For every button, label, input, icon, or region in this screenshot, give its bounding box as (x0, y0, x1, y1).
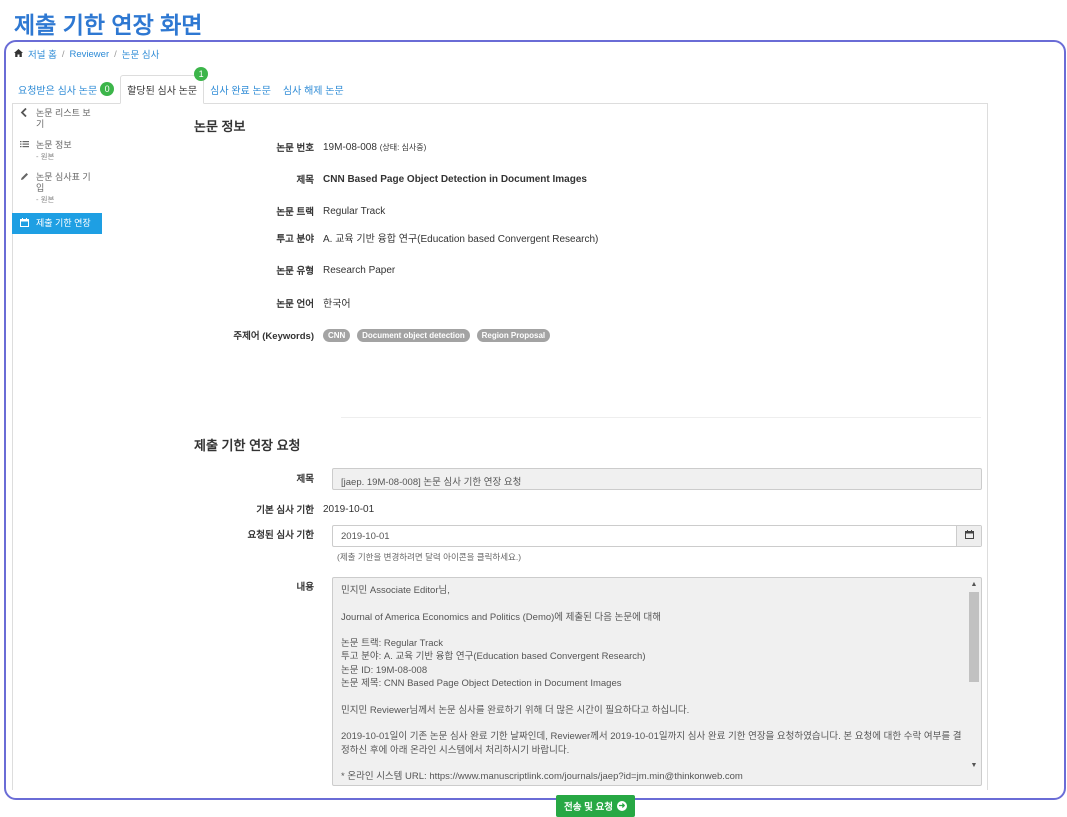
sidebar-item-sub: - 원본 (36, 152, 55, 161)
sidebar-item-label: 논문 심사표 기입 - 원본 (36, 172, 96, 205)
field-label: 기본 심사 기한 (256, 505, 314, 516)
keywords-list: CNN Document object detection Region Pro… (323, 328, 554, 342)
breadcrumb-reviewer[interactable]: Reviewer (70, 49, 110, 60)
page-heading: 제출 기한 연장 화면 (14, 12, 203, 38)
content-paragraph: 민지민 Reviewer님께서 논문 심사를 완료하기 위해 더 많은 시간이 … (341, 704, 690, 716)
paper-type-row: 논문 유형 Research Paper (191, 263, 396, 278)
requested-deadline-value: 2019-10-01 (341, 531, 390, 542)
calendar-icon (964, 530, 974, 542)
paper-number-row: 논문 번호 19M-08-008 (상태: 심사중) (191, 140, 426, 155)
tab-label: 심사 완료 논문 (210, 85, 271, 97)
main-frame: 저널 홈 / Reviewer / 논문 심사 요청받은 심사 논문 0 할당된… (4, 40, 1066, 817)
content-label-row: 내용 (191, 579, 323, 593)
submit-request-button[interactable]: 전송 및 요청 ➜ (556, 795, 635, 817)
tab-bar: 요청받은 심사 논문 0 할당된 심사 논문 1 심사 완료 논문 심사 해제 … (12, 67, 988, 104)
keyword-tag: Document object detection (357, 328, 470, 342)
field-label: 투고 분야 (276, 233, 314, 245)
content-paragraph: 논문 트랙: Regular Track 투고 분야: A. 교육 기반 융합 … (341, 638, 646, 690)
pencil-icon (18, 172, 30, 205)
field-label: 논문 번호 (276, 143, 314, 154)
field-value: Regular Track (323, 205, 386, 217)
paper-field-row: 투고 분야 A. 교육 기반 융합 연구(Education based Con… (191, 230, 599, 246)
content-paragraph: Journal of America Economics and Politic… (341, 611, 662, 623)
paper-language-row: 논문 언어 한국어 (191, 295, 351, 311)
tab-released-reviews[interactable]: 심사 해제 논문 (277, 75, 350, 103)
field-label: 내용 (296, 582, 314, 593)
field-value: Research Paper (323, 264, 396, 276)
sidebar: 논문 리스트 보기 논문 정보 - 원본 논문 심사표 기입 - 원본 제출 기… (12, 106, 102, 240)
submit-label: 전송 및 요청 (564, 802, 613, 813)
tab-label: 할당된 심사 논문 (127, 86, 198, 97)
sidebar-item-sub: - 원본 (36, 195, 55, 204)
tab-assigned-reviews[interactable]: 할당된 심사 논문 (120, 75, 205, 104)
breadcrumb: 저널 홈 / Reviewer / 논문 심사 (14, 47, 159, 61)
paper-track-row: 논문 트랙 Regular Track (191, 204, 386, 219)
paper-status: (상태: 심사중) (379, 142, 427, 152)
breadcrumb-separator: / (61, 48, 65, 60)
scroll-thumb[interactable] (969, 592, 979, 682)
paper-title-row: 제목 CNN Based Page Object Detection in Do… (191, 172, 587, 187)
requested-deadline-field[interactable]: 2019-10-01 (332, 525, 982, 547)
scroll-up-arrow-icon[interactable]: ▲ (968, 579, 980, 591)
scroll-down-arrow-icon[interactable]: ▼ (968, 760, 980, 772)
field-label: 제목 (296, 175, 314, 186)
chevron-left-icon (18, 107, 30, 130)
tab-label: 심사 해제 논문 (282, 85, 344, 97)
sidebar-item-deadline-extension[interactable]: 제출 기한 연장 (12, 213, 102, 234)
base-deadline-row: 기본 심사 기한 2019-10-01 (191, 502, 375, 517)
field-value: 2019-10-01 (323, 503, 375, 515)
subject-field[interactable]: [jaep. 19M-08-008] 논문 심사 기한 연장 요청 (332, 468, 982, 490)
paper-info-title: 논문 정보 (194, 119, 246, 134)
content-paragraph: 2019-10-01일이 기존 논문 심사 완료 기한 날짜인데, Review… (341, 731, 962, 756)
field-label: 제목 (296, 474, 314, 485)
list-icon (18, 140, 30, 162)
keywords-row: 주제어 (Keywords) CNN Document object detec… (191, 328, 554, 342)
tab-requested-reviews[interactable]: 요청받은 심사 논문 0 (12, 75, 120, 103)
keyword-tag: CNN (323, 328, 351, 342)
divider (341, 417, 981, 418)
field-label: 논문 유형 (276, 266, 314, 277)
paper-number-value: 19M-08-008 (323, 141, 377, 153)
count-badge: 1 (194, 67, 209, 81)
sidebar-item-text: 논문 심사표 기입 (36, 172, 91, 193)
sidebar-item-label: 논문 리스트 보기 (36, 108, 91, 129)
content-text: 민지민 Associate Editor님, Journal of Americ… (341, 584, 963, 785)
sidebar-item-label: 제출 기한 연장 (36, 218, 91, 228)
sidebar-item-text: 논문 정보 (36, 140, 72, 150)
field-value: CNN Based Page Object Detection in Docum… (323, 173, 587, 185)
requested-deadline-label-row: 요청된 심사 기한 (191, 527, 323, 541)
field-value: 한국어 (323, 299, 351, 310)
sidebar-item-review-form[interactable]: 논문 심사표 기입 - 원본 (12, 170, 102, 207)
field-label: 논문 트랙 (276, 207, 314, 218)
field-label: 주제어 (Keywords) (233, 331, 314, 342)
home-icon[interactable] (14, 49, 23, 59)
field-value: 19M-08-008 (상태: 심사중) (323, 142, 426, 153)
scrollbar[interactable]: ▲ ▼ (968, 579, 980, 784)
sidebar-item-paper-info[interactable]: 논문 정보 - 원본 (12, 138, 102, 164)
sidebar-item-label: 논문 정보 - 원본 (36, 140, 72, 162)
extension-title: 제출 기한 연장 요청 (194, 438, 301, 453)
keyword-tag: Region Proposal (476, 328, 551, 342)
calendar-icon (18, 218, 30, 229)
content-textarea[interactable]: 민지민 Associate Editor님, Journal of Americ… (332, 577, 982, 786)
field-label: 논문 언어 (276, 298, 314, 310)
tab-label: 요청받은 심사 논문 (18, 85, 98, 97)
breadcrumb-journal-home[interactable]: 저널 홈 (28, 47, 57, 61)
calendar-button[interactable] (956, 526, 981, 546)
content-paragraph: 민지민 Associate Editor님, (341, 585, 450, 596)
content-paragraph: * 온라인 시스템 URL: https://www.manuscriptlin… (341, 771, 743, 783)
field-label: 요청된 심사 기한 (247, 530, 314, 541)
breadcrumb-separator: / (114, 48, 117, 60)
count-badge: 0 (100, 82, 115, 96)
tab-completed-reviews[interactable]: 1 심사 완료 논문 (194, 67, 277, 103)
subject-label-row: 제목 (191, 471, 323, 485)
deadline-help-text: (제출 기한을 변경하려면 달력 아이콘을 클릭하세요.) (337, 552, 522, 562)
field-value: A. 교육 기반 융합 연구(Education based Convergen… (323, 234, 599, 245)
breadcrumb-paper-review[interactable]: 논문 심사 (122, 47, 160, 61)
arrow-right-circle-icon: ➜ (616, 801, 627, 811)
sidebar-item-paper-list[interactable]: 논문 리스트 보기 (12, 106, 102, 132)
